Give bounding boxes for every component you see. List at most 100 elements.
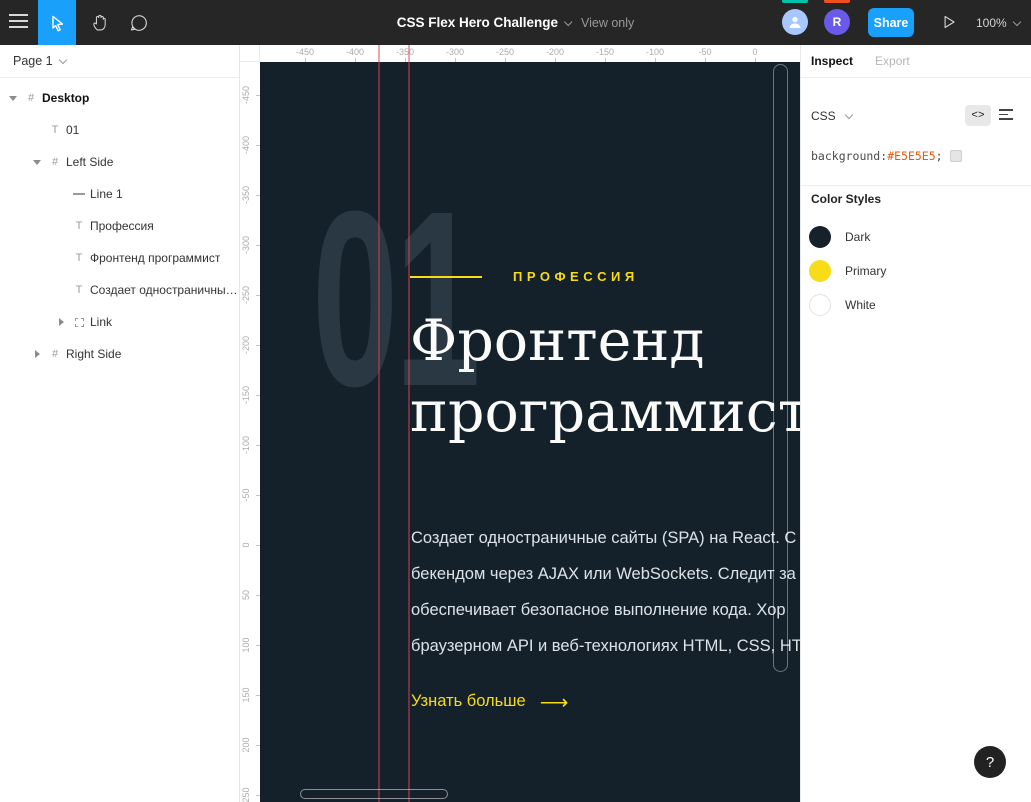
layer-label: Right Side [66,347,121,361]
ruler-label: 0 [752,47,757,57]
ruler-tick [305,58,306,62]
layer-label: Создает одностраничны… [90,283,238,297]
hero-heading-line: Фронтенд [410,306,800,377]
layer-row-desktop[interactable]: #Desktop [0,82,239,114]
group-icon [75,318,84,327]
ruler-label: -400 [241,136,251,154]
ruler-tick [256,295,260,296]
vertical-scrollbar[interactable] [773,64,788,672]
hero-paragraph: Создает одностраничные сайты (SPA) на Re… [411,520,800,664]
chevron-down-icon[interactable] [564,17,572,25]
presence-indicator [824,0,850,3]
color-style-dot [809,294,831,316]
text-icon: T [52,124,59,136]
layer-row-01[interactable]: T 01 [0,114,239,146]
collapse-arrow[interactable] [6,96,20,101]
hero-heading: Фронтендпрограммист [410,306,800,448]
page-selector[interactable]: Page 1 [0,45,239,78]
avatar[interactable] [782,9,808,35]
ruler-label: -200 [546,47,564,57]
layer-row-right-side[interactable]: # Right Side [0,338,239,370]
ruler-tick [256,595,260,596]
comment-tool-button[interactable] [120,0,158,45]
toolbar: CSS Flex Hero Challenge View only R Shar… [0,0,1031,45]
layer-row-line-1[interactable]: Line 1 [0,178,239,210]
tab-export[interactable]: Export [875,54,910,68]
color-swatch [950,150,962,162]
text-icon: T [76,284,83,296]
move-tool-button[interactable] [38,0,76,45]
main-menu-button[interactable] [9,14,28,30]
help-button[interactable]: ? [974,746,1006,778]
file-title: CSS Flex Hero Challenge [397,15,558,30]
color-style-dark[interactable]: Dark [801,220,1031,254]
color-style-dot [809,226,831,248]
person-icon [787,14,803,30]
ruler-tick [505,58,506,62]
ruler-label: -250 [496,47,514,57]
ruler-label: 50 [241,590,251,600]
ruler-tick [256,145,260,146]
layer-row-link[interactable]: Link [0,306,239,338]
ruler-label: -50 [241,488,251,501]
color-style-list: DarkPrimary White [801,220,1031,322]
text-icon: T [76,252,83,264]
hero-paragraph-line: Создает одностраничные сайты (SPA) на Re… [411,520,800,556]
zoom-control[interactable]: 100% [976,0,1020,45]
tab-inspect[interactable]: Inspect [811,54,853,68]
ruler-label: -200 [241,336,251,354]
ruler-label: -300 [446,47,464,57]
color-style-name: White [845,298,876,312]
color-style-dot [809,260,831,282]
css-dropdown[interactable]: CSS [811,109,852,123]
color-style-primary[interactable]: Primary [801,254,1031,288]
ruler-label: -150 [596,47,614,57]
collapse-arrow[interactable] [30,160,44,165]
ruler-label: 200 [241,737,251,752]
horizontal-scrollbar[interactable] [300,789,448,799]
hero-link-label: Узнать больше [411,692,526,711]
ruler-tick [355,58,356,62]
ruler-tick [256,95,260,96]
hamburger-icon [9,14,28,16]
layer-label: Left Side [66,155,113,169]
layer-row-профессия[interactable]: TПрофессия [0,210,239,242]
chevron-down-icon [1012,17,1020,25]
view-only-badge: View only [581,16,634,30]
table-view-button[interactable] [999,109,1013,123]
present-button[interactable] [940,13,957,36]
hand-tool-button[interactable] [80,0,118,45]
layer-label: Профессия [90,219,154,233]
layer-row-создает-одностраничны…[interactable]: T Создает одностраничны… [0,274,239,306]
ruler-tick [256,795,260,796]
inspect-tabbar: Inspect Export [801,45,1031,78]
ruler-tick [256,445,260,446]
ruler-label: 0 [241,542,251,547]
color-style-white[interactable]: White [801,288,1031,322]
layer-tree: #DesktopT01#Left SideLine 1TПрофессияTФр… [0,78,239,370]
ruler-corner [240,45,260,62]
frame-icon: # [52,348,58,360]
ruler-tick [256,745,260,746]
layer-label: 01 [66,123,79,137]
desktop-frame[interactable]: 01 ПРОФЕССИЯ Фронтендпрограммист Создает… [260,62,800,802]
layer-row-фронтенд-программист[interactable]: TФронтенд программист [0,242,239,274]
ruler-tick [256,495,260,496]
ruler-tick [655,58,656,62]
question-mark-icon: ? [986,754,994,771]
ruler-label: -400 [346,47,364,57]
avatar[interactable]: R [824,9,850,35]
canvas-viewport[interactable]: 01 ПРОФЕССИЯ Фронтендпрограммист Создает… [240,45,800,802]
cursor-arrow-icon [47,13,67,33]
hero-paragraph-line: бекендом через AJAX или WebSockets. След… [411,556,800,592]
ruler-label: 250 [241,787,251,802]
play-icon [940,13,957,31]
expand-arrow[interactable] [54,318,68,326]
ruler-tick [455,58,456,62]
hero-paragraph-line: браузерном API и веб-технологиях HTML, C… [411,628,800,664]
code-view-button[interactable]: <> [965,105,991,126]
share-button[interactable]: Share [868,8,914,37]
layer-row-left-side[interactable]: #Left Side [0,146,239,178]
expand-arrow[interactable] [30,350,44,358]
file-title-group[interactable]: CSS Flex Hero Challenge View only [397,0,635,45]
